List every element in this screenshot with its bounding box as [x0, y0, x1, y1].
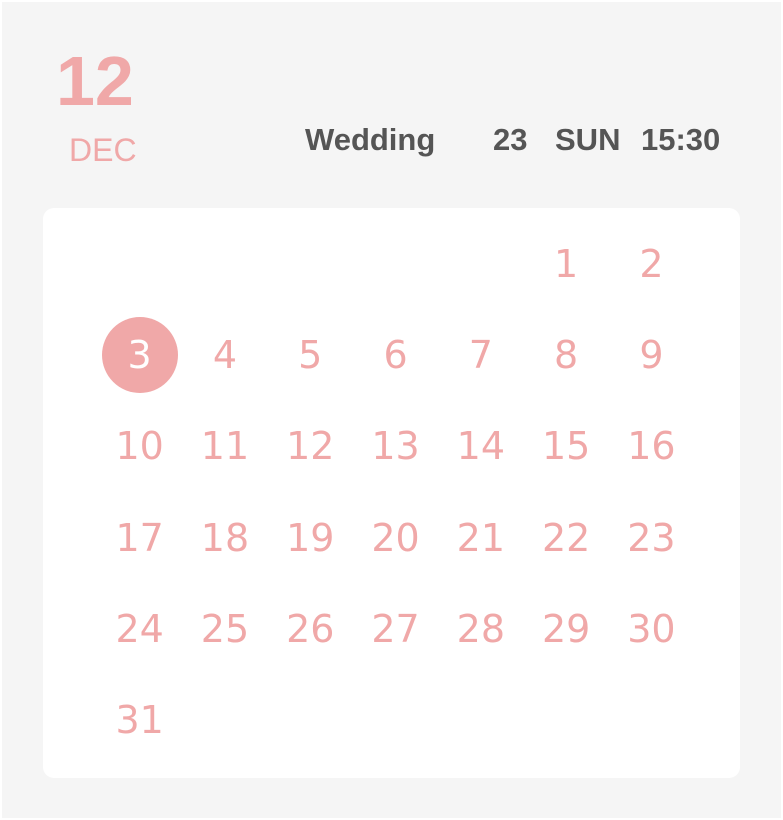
calendar-day[interactable]: 17	[97, 492, 182, 583]
calendar-blank-cell	[182, 218, 267, 309]
calendar-day[interactable]: 10	[97, 401, 182, 492]
calendar-day[interactable]: 15	[523, 401, 608, 492]
calendar-day[interactable]: 4	[182, 309, 267, 400]
event-title: Wedding	[305, 122, 436, 157]
calendar-day[interactable]: 27	[353, 583, 438, 674]
calendar-day-label: 9	[639, 332, 664, 377]
calendar-day[interactable]: 30	[609, 583, 694, 674]
calendar-day[interactable]: 8	[523, 309, 608, 400]
calendar-day[interactable]: 25	[182, 583, 267, 674]
calendar-day[interactable]: 19	[268, 492, 353, 583]
calendar-day[interactable]: 28	[438, 583, 523, 674]
calendar-day[interactable]: 12	[268, 401, 353, 492]
calendar-day[interactable]: 20	[353, 492, 438, 583]
calendar-day-label: 4	[212, 332, 238, 377]
calendar-day-label: 25	[200, 606, 250, 651]
calendar-day[interactable]: 16	[609, 401, 694, 492]
calendar-day-label: 30	[627, 606, 676, 651]
calendar-day-label: 7	[468, 332, 493, 377]
calendar-day[interactable]: 29	[523, 583, 608, 674]
calendar-day-label: 20	[371, 515, 420, 560]
calendar-day-label: 16	[627, 424, 676, 469]
calendar-blank-cell	[268, 218, 353, 309]
calendar-card: 1 2 3 4 5 6 7 8 9 10 11 12 13 14 15 16 17 18 19 20 21 22 23 24 2…	[43, 208, 740, 778]
calendar-day-label: 8	[554, 332, 579, 377]
calendar-day-label: 14	[456, 424, 506, 469]
calendar-day-label: 3	[127, 332, 152, 377]
day-grid: 1 2 3 4 5 6 7 8 9 10 11 12 13 14 15 16 17 18 19 20 21 22 23 24 2…	[97, 218, 694, 766]
calendar-day[interactable]: 7	[438, 309, 523, 400]
calendar-day[interactable]: 18	[182, 492, 267, 583]
calendar-day[interactable]: 26	[268, 583, 353, 674]
calendar-day[interactable]: 2	[609, 218, 694, 309]
calendar-day[interactable]: 11	[182, 401, 267, 492]
calendar-day-label: 22	[541, 515, 591, 560]
calendar-blank-cell	[353, 218, 438, 309]
calendar-day-label: 5	[298, 332, 323, 377]
calendar-day-label: 1	[554, 241, 579, 286]
calendar-day[interactable]: 1	[523, 218, 608, 309]
event-day: 23	[493, 122, 528, 157]
calendar-day[interactable]: 24	[97, 583, 182, 674]
calendar-day-label: 29	[541, 606, 591, 651]
calendar-day-label: 17	[115, 515, 164, 560]
calendar-day[interactable]: 21	[438, 492, 523, 583]
calendar-widget: 12 DEC Wedding 23 SUN 15:30 1 2 3 4 5 6 7 8 9 10 1…	[2, 2, 781, 818]
calendar-day[interactable]: 13	[353, 401, 438, 492]
calendar-day[interactable]: 5	[268, 309, 353, 400]
calendar-day-label: 11	[200, 424, 250, 469]
calendar-day-label: 12	[286, 424, 335, 469]
calendar-day-label: 18	[200, 515, 250, 560]
calendar-day-label: 21	[456, 515, 506, 560]
calendar-day-label: 28	[456, 606, 506, 651]
calendar-blank-cell	[438, 218, 523, 309]
calendar-day-label: 31	[115, 698, 164, 743]
calendar-day-label: 10	[115, 424, 164, 469]
calendar-day-label: 15	[541, 424, 591, 469]
calendar-day-label: 24	[115, 606, 164, 651]
month-number: 12	[56, 42, 134, 120]
calendar-day[interactable]: 22	[523, 492, 608, 583]
calendar-day-label: 2	[639, 241, 664, 286]
calendar-day-label: 13	[371, 424, 420, 469]
calendar-day-label: 23	[627, 515, 676, 560]
event-time: 15:30	[641, 122, 721, 157]
calendar-day-label: 26	[286, 606, 335, 651]
calendar-day-label: 27	[371, 606, 420, 651]
calendar-day[interactable]: 14	[438, 401, 523, 492]
calendar-day-selected[interactable]: 3	[97, 309, 182, 400]
calendar-day[interactable]: 6	[353, 309, 438, 400]
calendar-day-label: 6	[383, 332, 408, 377]
calendar-day-label: 19	[286, 515, 335, 560]
calendar-day[interactable]: 31	[97, 674, 182, 765]
calendar-day[interactable]: 9	[609, 309, 694, 400]
month-name: DEC	[69, 132, 137, 168]
calendar-day[interactable]: 23	[609, 492, 694, 583]
event-weekday: SUN	[555, 122, 621, 157]
calendar-blank-cell	[97, 218, 182, 309]
